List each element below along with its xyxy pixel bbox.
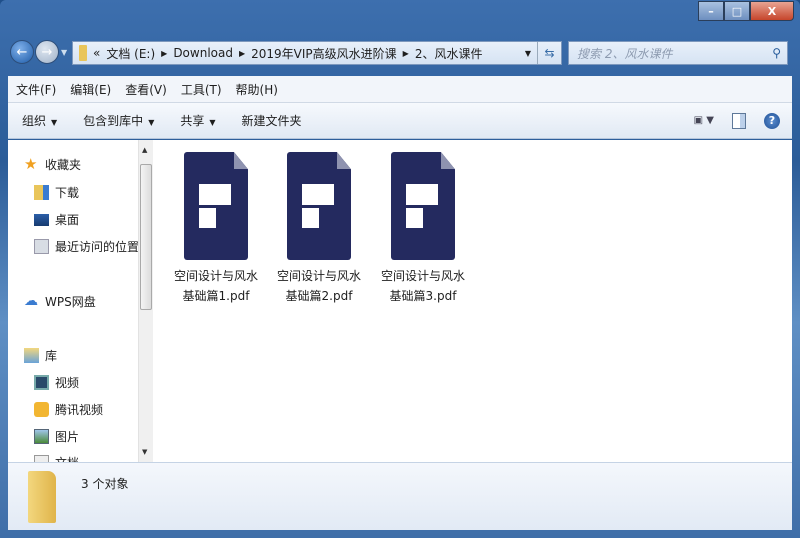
navigation-pane: ★ 收藏夹 下载 桌面 最近访问的位置 ☁ WPS网盘 库 视频 腾讯视频 图片 文… [8,140,138,462]
details-pane: 3 个对象 [8,462,792,530]
tencent-video-icon [34,402,49,417]
chevron-right-icon[interactable]: ▶ [161,49,167,58]
star-icon: ★ [24,155,38,173]
sidebar-item-desktop[interactable]: 桌面 [34,211,79,228]
downloads-folder-icon [34,185,49,200]
menu-bar: 文件(F) 编辑(E) 查看(V) 工具(T) 帮助(H) [8,76,792,103]
pdf-file-icon [391,152,455,260]
sidebar-scrollbar[interactable]: ▲ ▼ [138,140,153,462]
sidebar-label: 桌面 [55,213,80,227]
menu-view[interactable]: 查看(V) [125,81,167,98]
search-placeholder: 搜索 2、风水课件 [577,46,673,61]
breadcrumb-drive[interactable]: 文档 (E:) [106,45,155,62]
menu-help[interactable]: 帮助(H) [236,81,278,98]
organize-label: 组织 [22,114,47,128]
documents-icon [34,455,49,462]
chevron-down-icon: ▼ [148,118,155,127]
item-count: 3 个对象 [81,477,129,491]
cloud-icon: ☁ [24,293,38,309]
address-bar[interactable]: « 文档 (E:) ▶ Download ▶ 2019年VIP高级风水进阶课 ▶ 2、… [72,41,562,65]
sidebar-label: 最近访问的位置 [55,240,138,254]
file-name: 空间设计与风水 基础篇2.pdf [276,269,361,303]
maximize-button[interactable]: □ [724,1,750,21]
window-controls: – □ X [698,1,794,21]
sidebar-item-documents[interactable]: 文档 [34,454,79,462]
pdf-file-icon [184,152,248,260]
sidebar-label: 腾讯视频 [55,403,104,417]
sidebar-item-wps-cloud[interactable]: ☁ WPS网盘 [24,293,96,310]
sidebar-label: WPS网盘 [45,295,96,309]
close-button[interactable]: X [750,1,794,21]
breadcrumb-course[interactable]: 2019年VIP高级风水进阶课 [251,45,397,62]
breadcrumb-current[interactable]: 2、风水课件 [415,45,483,62]
library-icon [24,348,39,363]
organize-button[interactable]: 组织 ▼ [22,112,57,129]
menu-tools[interactable]: 工具(T) [181,81,222,98]
minimize-button[interactable]: – [698,1,724,21]
refresh-icon[interactable]: ⇆ [537,42,561,64]
forward-button[interactable]: → [35,40,59,64]
sidebar-item-favorites[interactable]: ★ 收藏夹 [24,156,81,173]
share-button[interactable]: 共享 ▼ [180,112,215,129]
search-icon[interactable]: ⚲ [772,46,781,60]
chevron-down-icon: ▼ [51,118,58,127]
chevron-down-icon: ▼ [209,118,216,127]
sidebar-item-libraries[interactable]: 库 [24,347,57,364]
sidebar-item-downloads[interactable]: 下载 [34,184,79,201]
folder-icon [28,471,56,523]
chevron-right-icon[interactable]: ▶ [403,49,409,58]
sidebar-item-pictures[interactable]: 图片 [34,428,79,445]
chevron-right-icon[interactable]: ▶ [239,49,245,58]
file-list: 空间设计与风水 基础篇1.pdf 空间设计与风水 基础篇2.pdf 空间设计与风水基… [153,140,792,462]
sidebar-item-videos[interactable]: 视频 [34,374,79,391]
preview-pane-button[interactable] [732,112,746,129]
desktop-icon [34,213,49,226]
breadcrumb-overflow[interactable]: « [93,46,100,60]
include-library-button[interactable]: 包含到库中 ▼ [83,112,154,129]
menu-edit[interactable]: 编辑(E) [70,81,111,98]
search-input[interactable]: 搜索 2、风水课件 ⚲ [568,41,788,65]
sidebar-label: 收藏夹 [45,158,82,172]
sidebar-label: 视频 [55,376,80,390]
video-icon [34,375,49,390]
navigation-buttons: ← → ▼ [10,40,67,64]
sidebar-label: 下载 [55,186,80,200]
pictures-icon [34,429,49,444]
include-library-label: 包含到库中 [83,114,144,128]
file-item[interactable]: 空间设计与风水 基础篇2.pdf [269,152,369,306]
breadcrumb-download[interactable]: Download [173,46,233,60]
sidebar-item-recent[interactable]: 最近访问的位置 [34,238,138,255]
recent-pages-dropdown[interactable]: ▼ [61,48,67,57]
new-folder-button[interactable]: 新建文件夹 [242,112,302,129]
file-item[interactable]: 空间设计与风水 基础篇3.pdf [373,152,473,306]
address-dropdown-icon[interactable]: ▼ [525,49,531,58]
folder-icon [79,45,87,61]
menu-file[interactable]: 文件(F) [16,81,56,98]
scrollbar-thumb[interactable] [140,164,152,310]
sidebar-label: 图片 [55,430,80,444]
back-button[interactable]: ← [10,40,34,64]
recent-places-icon [34,239,49,254]
scroll-up-icon[interactable]: ▲ [142,146,147,154]
share-label: 共享 [180,114,205,128]
file-item[interactable]: 空间设计与风水 基础篇1.pdf [166,152,266,306]
command-toolbar: 组织 ▼ 包含到库中 ▼ 共享 ▼ 新建文件夹 ▣ ▼ ? [8,103,792,139]
sidebar-label: 文档 [55,454,79,462]
change-view-button[interactable]: ▣ ▼ [694,115,714,126]
file-name: 空间设计与风水 基础篇3.pdf [380,269,465,303]
file-name: 空间设计与风水 基础篇1.pdf [173,269,258,303]
sidebar-item-tencent-video[interactable]: 腾讯视频 [34,401,103,418]
explorer-window: – □ X ← → ▼ « 文档 (E:) ▶ Download ▶ 2019年VI… [0,0,800,538]
scroll-down-icon[interactable]: ▼ [142,448,147,456]
sidebar-label: 库 [45,349,58,363]
pdf-file-icon [287,152,351,260]
help-button[interactable]: ? [764,112,780,129]
